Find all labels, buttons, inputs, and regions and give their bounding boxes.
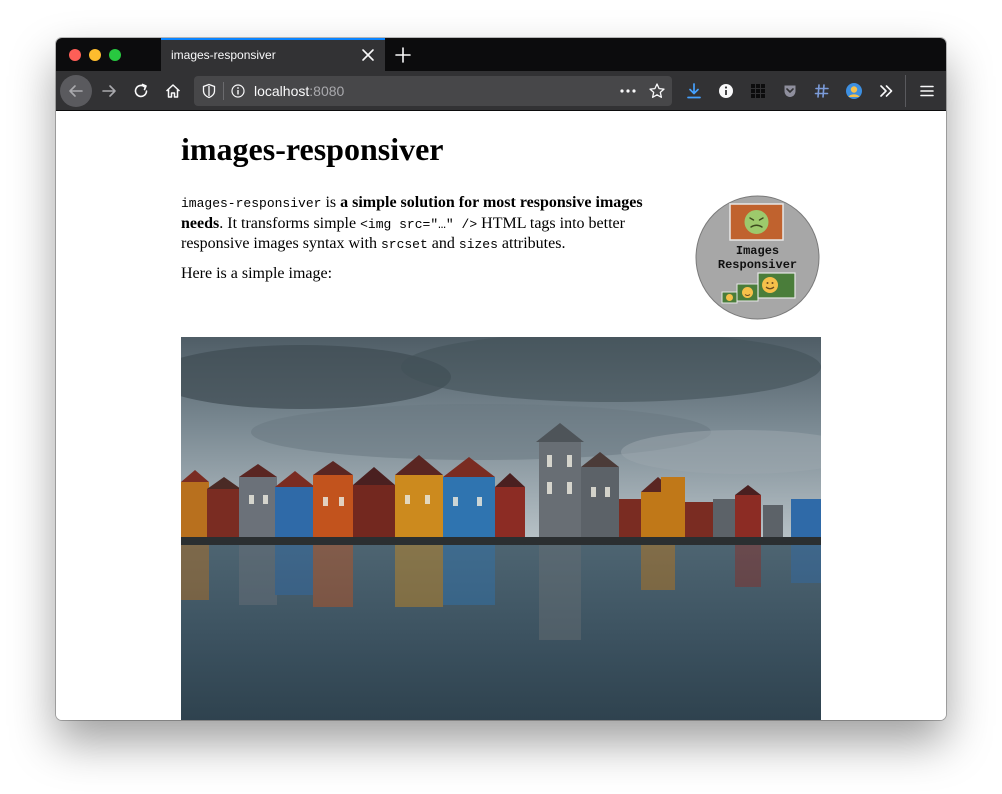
info-circle-icon xyxy=(719,84,733,98)
intro-text-and: and xyxy=(427,235,459,252)
info-extension-button[interactable] xyxy=(712,77,740,105)
code-sizes: sizes xyxy=(458,237,498,252)
tab-bar: images-responsiver xyxy=(56,38,946,71)
forward-arrow-icon xyxy=(102,85,116,97)
downloads-button[interactable] xyxy=(680,77,708,105)
window-maximize-button[interactable] xyxy=(109,49,121,61)
more-dots-icon[interactable] xyxy=(620,89,636,93)
info-icon[interactable] xyxy=(231,84,245,98)
toolbar-divider xyxy=(905,75,906,107)
address-bar-separator xyxy=(223,82,224,100)
intro-text-4: attributes. xyxy=(497,235,566,252)
download-icon xyxy=(687,83,701,99)
overflow-icon xyxy=(880,85,893,97)
home-icon xyxy=(165,84,181,98)
account-button[interactable] xyxy=(840,77,868,105)
intro-bold-2: needs xyxy=(181,214,220,232)
reload-icon xyxy=(134,83,148,98)
url-port: :8080 xyxy=(309,83,345,99)
back-arrow-icon xyxy=(69,85,83,97)
reload-button[interactable] xyxy=(127,77,155,105)
intro-paragraph: images-responsiver is a simple solution … xyxy=(181,193,651,255)
code-img-tag: <img src="…" /> xyxy=(360,216,478,232)
responsive-sample-image xyxy=(181,337,821,720)
address-bar[interactable]: localhost:8080 xyxy=(194,76,672,106)
intro-text-is: is xyxy=(321,194,341,211)
main-menu-button[interactable] xyxy=(913,77,941,105)
pocket-button[interactable] xyxy=(776,77,804,105)
avatar-icon xyxy=(846,83,862,99)
overflow-menu-button[interactable] xyxy=(872,77,900,105)
home-button[interactable] xyxy=(159,77,187,105)
intro-bold-1: a simple solution for most responsive im… xyxy=(340,194,643,211)
pocket-icon xyxy=(784,85,796,97)
close-icon[interactable] xyxy=(359,46,377,64)
apps-grid-button[interactable] xyxy=(744,77,772,105)
url-text[interactable]: localhost:8080 xyxy=(254,83,344,99)
window-close-button[interactable] xyxy=(69,49,81,61)
simple-image-paragraph: Here is a simple image: xyxy=(181,265,333,282)
page-content: images-responsiver images-responsiver is… xyxy=(56,111,946,720)
plus-icon[interactable] xyxy=(392,44,414,66)
puzzle-icon xyxy=(814,84,829,98)
images-responsiver-logo: Images Responsiver xyxy=(695,195,820,320)
menu-icon xyxy=(920,85,934,97)
url-host: localhost xyxy=(254,83,310,99)
browser-window: images-responsiver localhost:8080 images… xyxy=(56,38,946,720)
star-icon[interactable] xyxy=(648,82,666,100)
shield-icon[interactable] xyxy=(201,83,217,99)
logo-line1: Images xyxy=(736,244,779,258)
tab-images-responsiver[interactable]: images-responsiver xyxy=(161,38,385,71)
extension-button[interactable] xyxy=(808,77,836,105)
forward-button[interactable] xyxy=(95,77,123,105)
code-name: images-responsiver xyxy=(181,196,322,211)
window-minimize-button[interactable] xyxy=(89,49,101,61)
logo-line2: Responsiver xyxy=(718,258,797,272)
code-srcset: srcset xyxy=(380,237,428,252)
tab-title: images-responsiver xyxy=(171,48,276,62)
back-button[interactable] xyxy=(60,75,92,107)
navigation-toolbar: localhost:8080 xyxy=(56,71,946,111)
intro-text-2: . It transforms simple xyxy=(219,214,361,232)
grid-icon xyxy=(751,84,765,98)
page-title: images-responsiver xyxy=(181,131,444,167)
